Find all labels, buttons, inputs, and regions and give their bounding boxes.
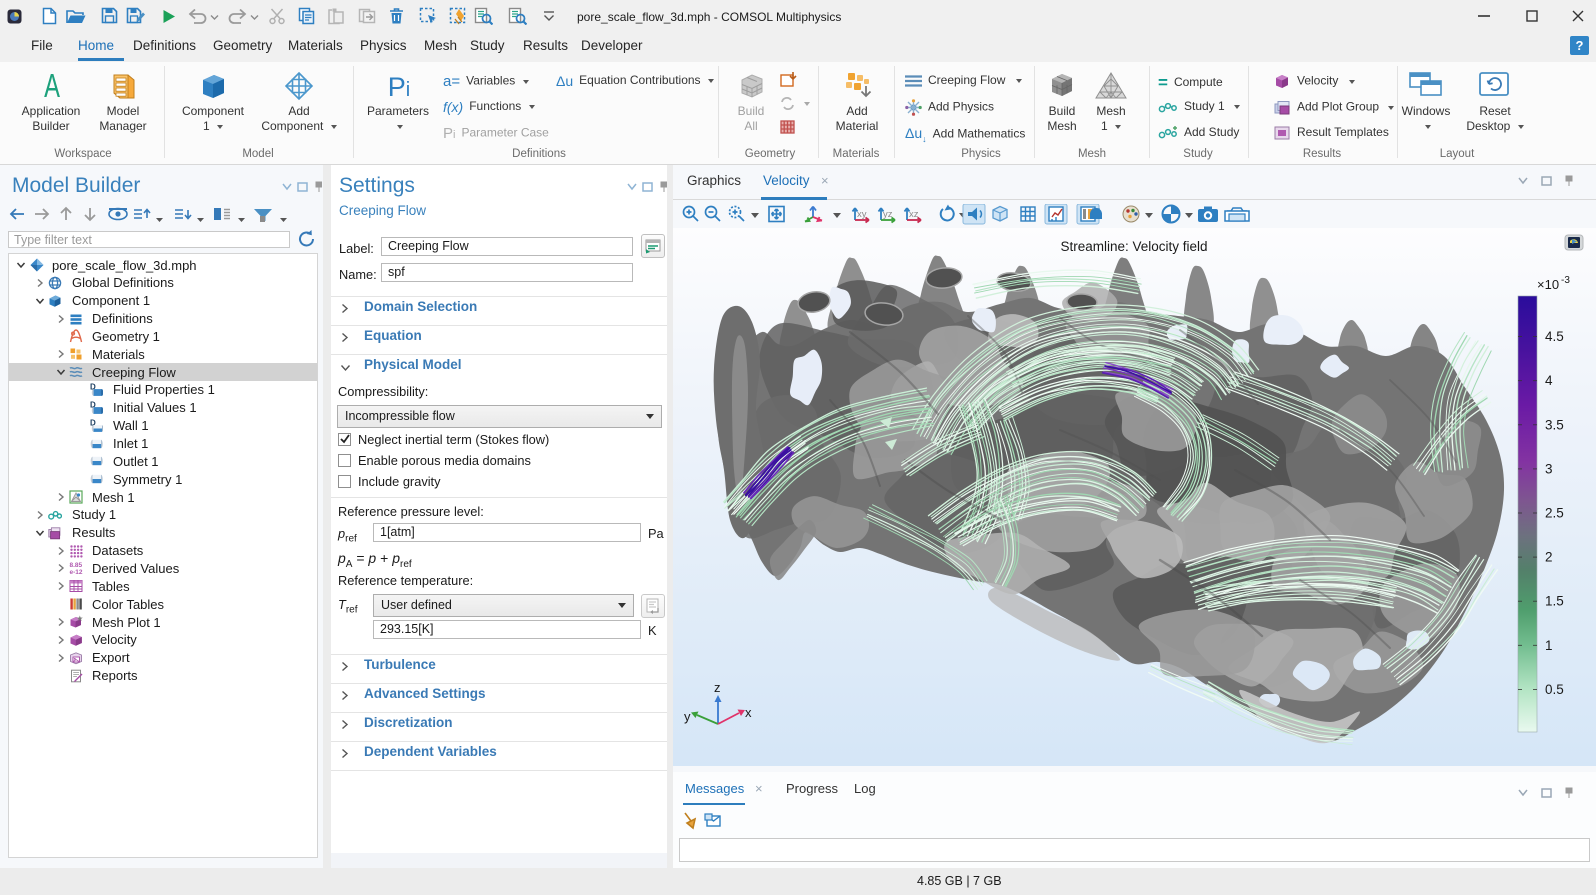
svg-text:xy: xy [857,209,867,220]
svg-text:3.5: 3.5 [1545,417,1564,432]
svg-text:4: 4 [1545,373,1553,388]
svg-text:y: y [684,709,691,724]
svg-text:yz: yz [883,209,893,220]
svg-text:x: x [745,705,752,720]
svg-text:Streamline: Velocity field: Streamline: Velocity field [1060,239,1207,254]
svg-text:z: z [714,680,721,695]
svg-text:1: 1 [1545,638,1553,653]
svg-text:xz: xz [909,209,919,220]
svg-text:2.5: 2.5 [1545,506,1564,521]
svg-text:0.5: 0.5 [1545,682,1564,697]
svg-text:3: 3 [1545,461,1553,476]
svg-text:4.5: 4.5 [1545,329,1564,344]
svg-text:2: 2 [1545,550,1553,565]
svg-text:-3: -3 [1561,275,1570,286]
svg-text:1.5: 1.5 [1545,594,1564,609]
svg-text:×10: ×10 [1537,277,1559,292]
